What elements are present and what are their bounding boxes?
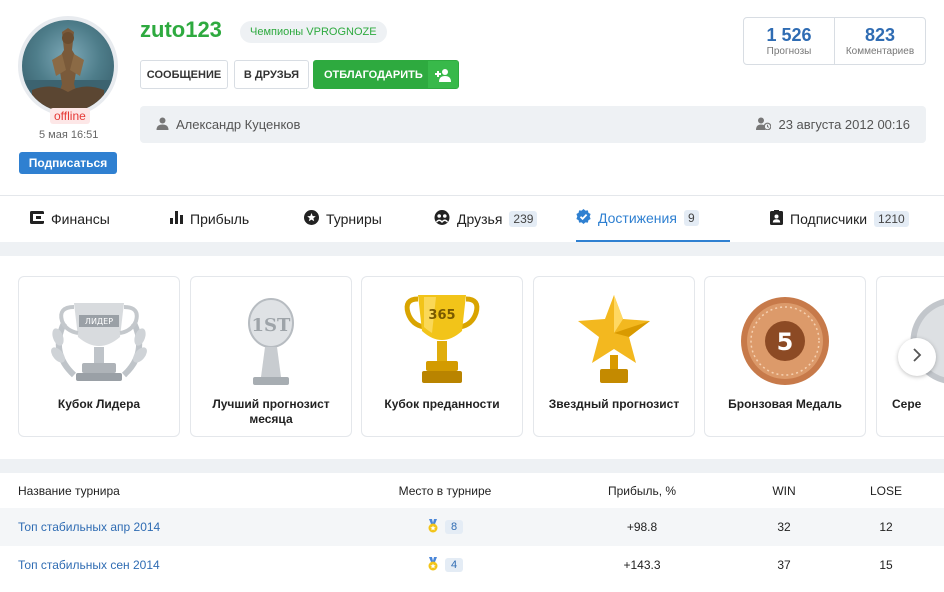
thank-button-label: ОТБЛАГОДАРИТЬ [324, 68, 423, 81]
profit-value: +98.8 [626, 520, 658, 534]
gold-365-cup-icon: 365 [362, 291, 522, 391]
place-cell: 8 [394, 518, 496, 536]
carousel-next-button[interactable] [898, 338, 936, 376]
wallet-icon [30, 211, 44, 227]
trophy-1st-text: 1ST [252, 315, 292, 336]
tab-achievements-label: Достижения [598, 210, 677, 226]
achievement-name: Кубок Лидера [57, 397, 141, 411]
profile-info-bar: Александр Куценков 23 августа 2012 00:16 [140, 106, 926, 143]
cup-365-text: 365 [428, 308, 455, 323]
medal-icon [427, 518, 439, 536]
profit-value: +143.3 [623, 558, 661, 572]
tab-achievements[interactable]: Достижения 9 [576, 196, 730, 242]
status-badge: offline [50, 108, 90, 124]
lose-value: 12 [879, 520, 893, 534]
tab-profit-label: Прибыль [190, 211, 250, 227]
thank-button[interactable]: ОТБЛАГОДАРИТЬ [313, 60, 459, 89]
section-divider [0, 242, 944, 256]
header-profit: Прибыль, % [607, 484, 677, 498]
win-value: 37 [777, 558, 791, 572]
username[interactable]: zuto123 [140, 17, 222, 43]
achievement-card[interactable]: ЛИДЕР Кубок Лидера [18, 276, 180, 437]
place-cell: 4 [394, 556, 496, 574]
subscribe-button[interactable]: Подписаться [19, 152, 117, 174]
leader-cup-text: ЛИДЕР [85, 317, 113, 326]
champion-badge[interactable]: Чемпионы VPROGNOZE [240, 21, 387, 43]
place-number: 4 [444, 558, 464, 572]
tab-friends-count: 239 [509, 211, 538, 227]
add-person-icon [428, 61, 458, 88]
avatar[interactable] [18, 16, 118, 116]
bronze-medal-icon: 5 [705, 291, 865, 391]
stat-predictions[interactable]: 1 526 Прогнозы [744, 18, 834, 64]
section-divider [0, 459, 944, 473]
star-circle-icon [304, 210, 319, 228]
full-name-text: Александр Куценков [176, 117, 301, 132]
first-place-trophy-icon: 1ST [191, 291, 351, 391]
tab-finance-label: Финансы [51, 211, 110, 227]
person-clock-icon [756, 117, 772, 133]
person-icon [156, 117, 169, 133]
medal-icon [427, 556, 439, 574]
achievement-name: Сере [892, 397, 922, 411]
chevron-right-icon [912, 347, 922, 367]
verified-badge-icon [576, 209, 591, 227]
full-name: Александр Куценков [156, 117, 300, 133]
tournament-link[interactable]: Топ стабильных апр 2014 [18, 520, 160, 534]
comments-label: Комментариев [845, 45, 915, 57]
win-value: 32 [777, 520, 791, 534]
tab-achievements-count: 9 [683, 210, 699, 226]
predictions-count: 1 526 [766, 24, 812, 45]
add-friend-button[interactable]: В ДРУЗЬЯ [234, 60, 309, 89]
achievement-name: Звездный прогнозист [548, 397, 680, 411]
tab-tournaments[interactable]: Турниры [304, 196, 382, 242]
avatar-image [22, 20, 114, 112]
message-button[interactable]: СООБЩЕНИЕ [140, 60, 228, 89]
achievement-card[interactable]: 5 Бронзовая Медаль [704, 276, 866, 437]
tab-subscribers[interactable]: Подписчики 1210 [770, 196, 909, 242]
last-seen-time: 5 мая 16:51 [39, 129, 99, 141]
bar-chart-icon [170, 211, 183, 227]
tournament-link[interactable]: Топ стабильных сен 2014 [18, 558, 160, 572]
table-row: Топ стабильных апр 2014 8 +98.8 32 12 [0, 508, 944, 546]
header-lose: LOSE [869, 484, 902, 498]
tab-finance[interactable]: Финансы [30, 196, 110, 242]
lose-value: 15 [879, 558, 893, 572]
silver-leader-cup-icon: ЛИДЕР [19, 291, 179, 391]
tab-tournaments-label: Турниры [326, 211, 382, 227]
registration-date-text: 23 августа 2012 00:16 [778, 117, 910, 132]
achievement-name: Лучший прогнозист месяца [212, 397, 330, 426]
header-win: WIN [772, 484, 796, 498]
header-name: Название турнира [18, 484, 120, 498]
friends-icon [434, 210, 450, 228]
registration-date: 23 августа 2012 00:16 [756, 117, 910, 133]
tab-friends-label: Друзья [457, 211, 503, 227]
place-number: 8 [444, 520, 464, 534]
tab-subscribers-count: 1210 [874, 211, 909, 227]
achievement-card[interactable]: Звездный прогнозист [533, 276, 695, 437]
achievement-card[interactable]: 1ST Лучший прогнозист месяца [190, 276, 352, 437]
header-place: Место в турнире [398, 484, 492, 498]
table-header: Название турнира Место в турнире Прибыль… [0, 474, 944, 508]
tournaments-table: Название турнира Место в турнире Прибыль… [0, 474, 944, 584]
comments-count: 823 [864, 24, 896, 45]
table-row: Топ стабильных сен 2014 4 +143.3 37 15 [0, 546, 944, 584]
id-card-icon [770, 210, 783, 228]
profile-tabs: Финансы Прибыль Турниры Друзья 239 Дости… [0, 196, 944, 242]
tab-profit[interactable]: Прибыль [170, 196, 249, 242]
gold-star-trophy-icon [534, 291, 694, 391]
achievement-card[interactable]: 365 Кубок преданности [361, 276, 523, 437]
tab-friends[interactable]: Друзья 239 [434, 196, 538, 242]
profile-stats: 1 526 Прогнозы 823 Комментариев [743, 17, 926, 65]
achievement-name: Кубок преданности [384, 397, 500, 411]
achievement-name: Бронзовая Медаль [728, 397, 842, 411]
stat-comments[interactable]: 823 Комментариев [834, 18, 925, 64]
tab-subscribers-label: Подписчики [790, 211, 868, 227]
medal-number-text: 5 [777, 328, 794, 356]
predictions-label: Прогнозы [766, 45, 812, 57]
